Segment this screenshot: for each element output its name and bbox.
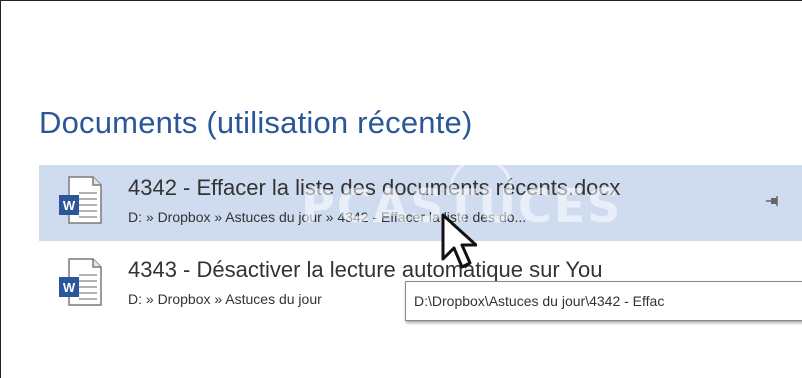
path-tooltip: D:\Dropbox\Astuces du jour\4342 - Effac	[405, 281, 802, 321]
word-document-icon: W	[59, 176, 102, 224]
pin-icon[interactable]	[765, 193, 781, 209]
svg-text:W: W	[63, 198, 76, 213]
document-name: 4342 - Effacer la liste des documents ré…	[128, 175, 621, 200]
document-name: 4343 - Désactiver la lecture automatique…	[128, 257, 603, 282]
document-path: D: » Dropbox » Astuces du jour	[128, 291, 322, 307]
svg-text:W: W	[63, 280, 76, 295]
word-document-icon: W	[59, 258, 102, 306]
mouse-cursor-icon	[441, 213, 477, 269]
word-open-panel: Documents (utilisation récente) W 4342 -…	[0, 0, 802, 378]
recent-document-item[interactable]: W 4342 - Effacer la liste des documents …	[39, 165, 802, 241]
recent-documents-heading: Documents (utilisation récente)	[39, 105, 473, 140]
